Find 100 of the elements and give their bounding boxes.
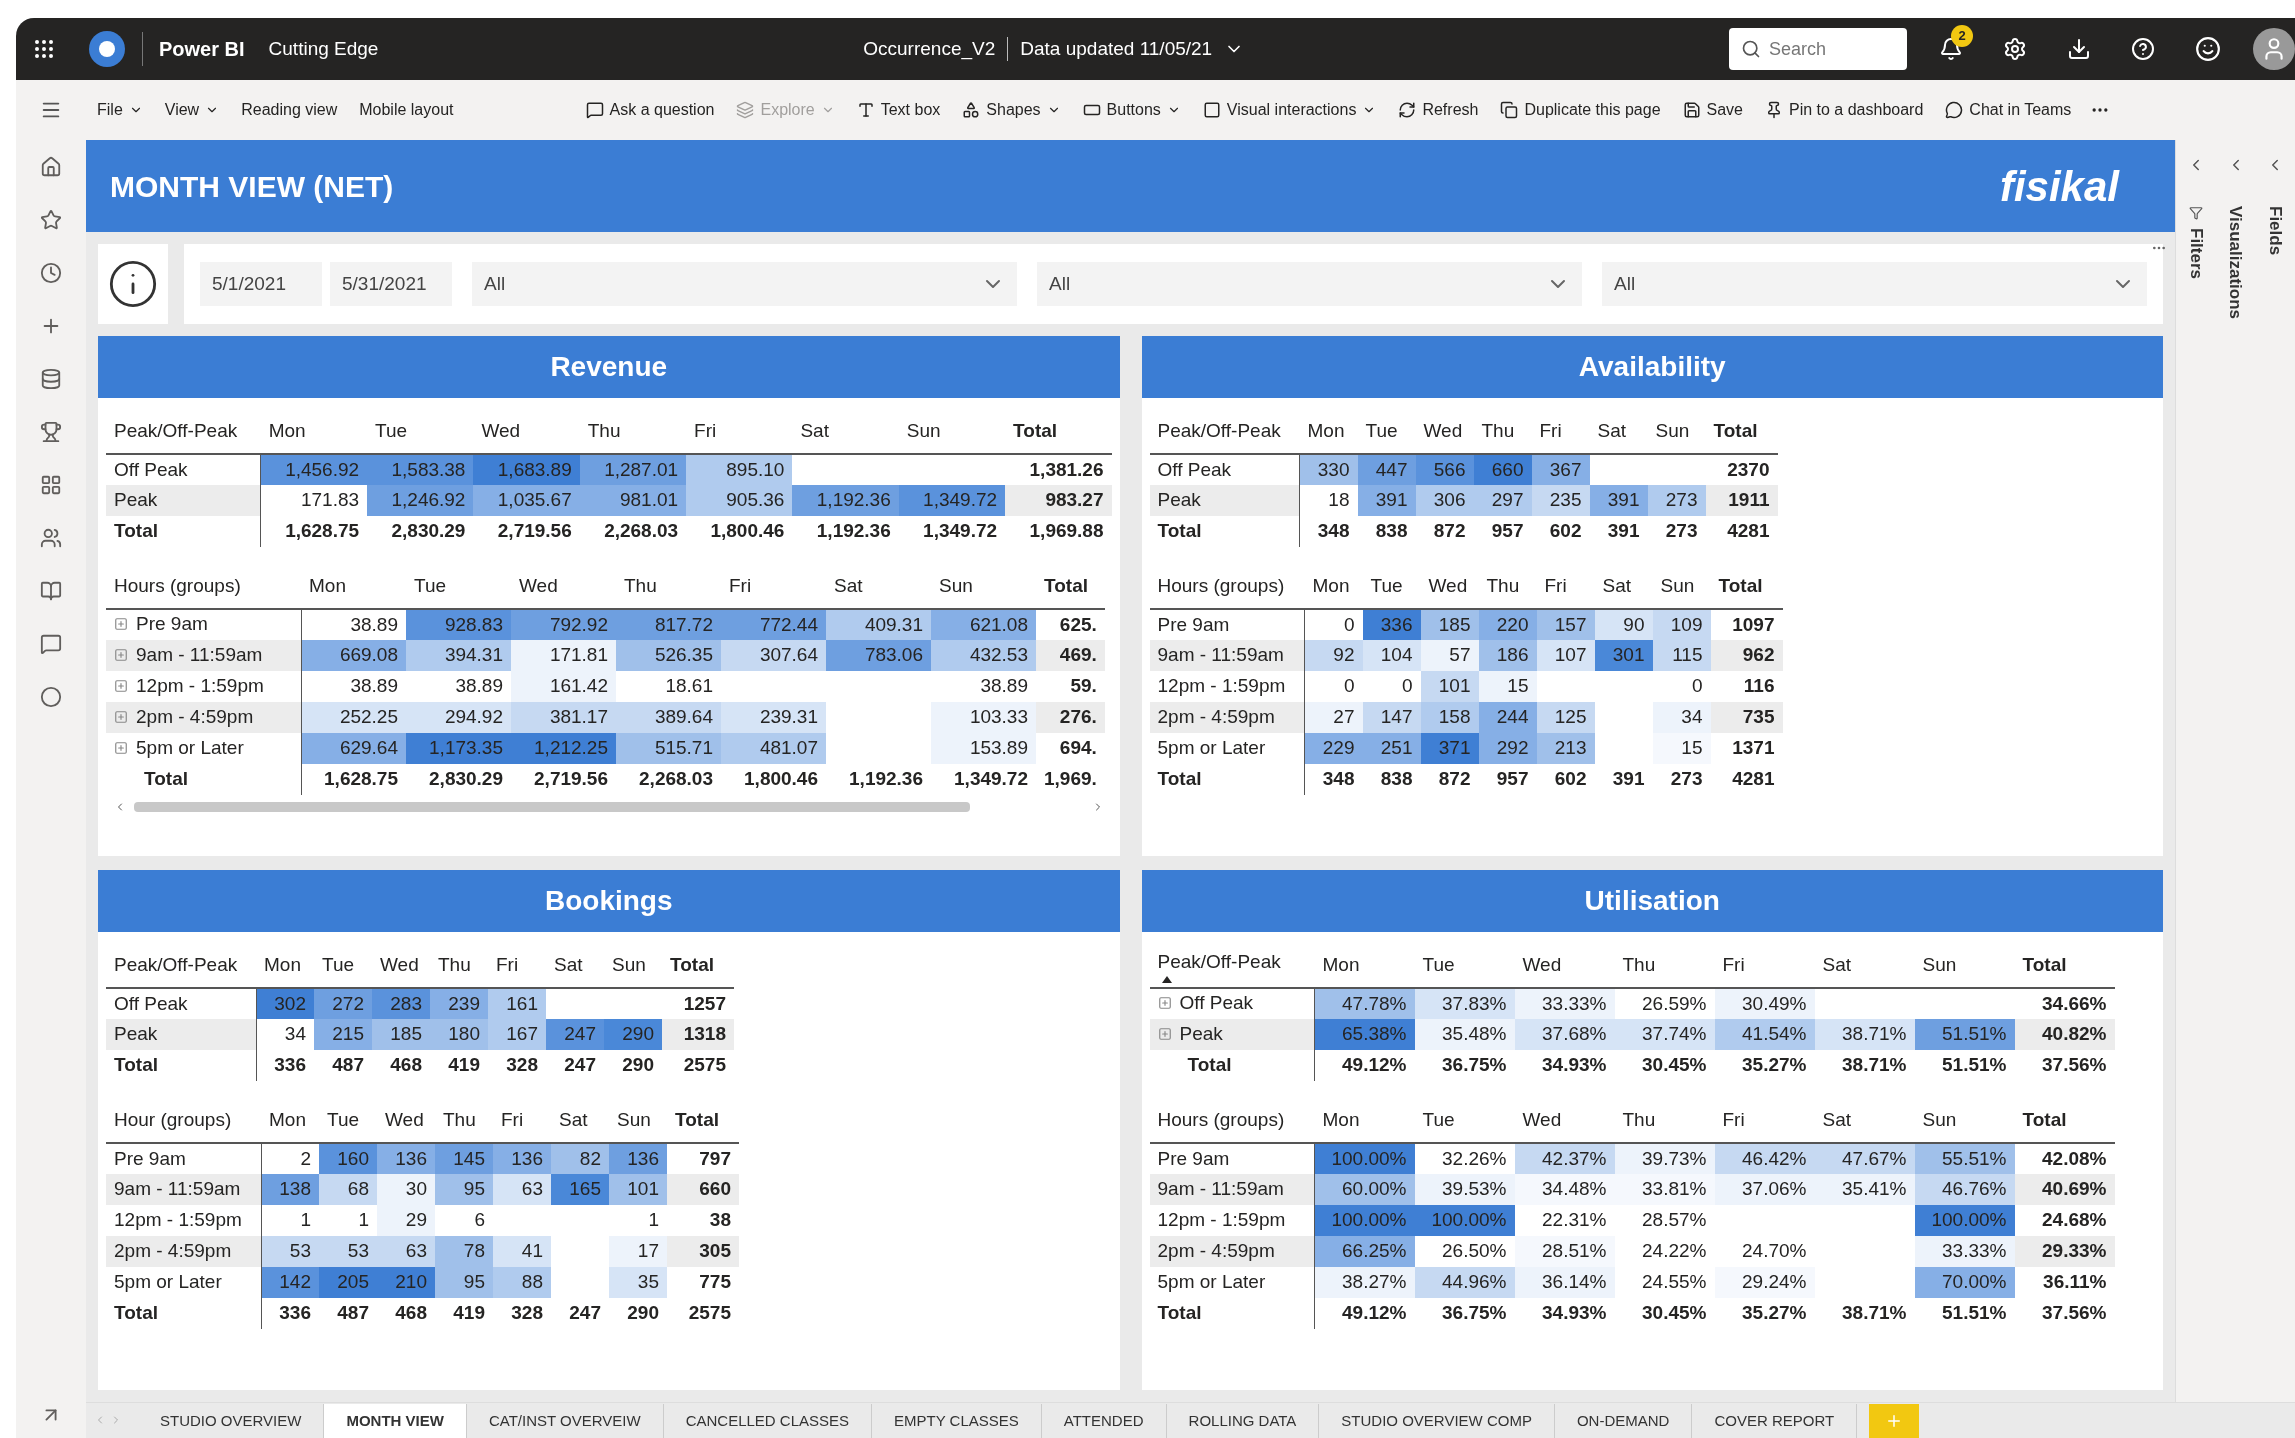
column-header[interactable]: Tue xyxy=(314,944,372,988)
column-header[interactable]: Thu xyxy=(1478,565,1537,609)
column-header[interactable]: Wed xyxy=(1415,410,1474,454)
column-header[interactable]: Fri xyxy=(686,410,793,454)
toolbar-button[interactable]: Ask a question xyxy=(574,92,726,128)
smiley-icon[interactable] xyxy=(2195,36,2221,62)
column-header[interactable]: Thu xyxy=(1614,1099,1715,1143)
column-header[interactable]: Mon xyxy=(1304,565,1363,609)
column-header[interactable]: Sun xyxy=(1647,410,1706,454)
expand-icon[interactable] xyxy=(114,678,128,693)
book-icon[interactable] xyxy=(40,580,62,602)
pane-label[interactable]: Filters xyxy=(2183,228,2209,280)
column-header[interactable]: Peak/Off-Peak xyxy=(1149,944,1315,988)
column-header[interactable]: Wed xyxy=(372,944,430,988)
column-header[interactable]: Mon xyxy=(256,944,314,988)
column-header[interactable]: Peak/Off-Peak xyxy=(106,410,261,454)
toolbar-button[interactable]: Visual interactions xyxy=(1191,92,1388,128)
scrollbar-thumb[interactable] xyxy=(134,802,970,812)
column-header[interactable]: Wed xyxy=(1420,565,1479,609)
star-icon[interactable] xyxy=(40,209,62,231)
column-header[interactable]: Tue xyxy=(367,410,474,454)
column-header[interactable]: Thu xyxy=(579,410,687,454)
column-header[interactable]: Mon xyxy=(1314,944,1415,988)
data-updated-text[interactable]: Data updated 11/05/21 xyxy=(1020,34,1213,64)
toolbar-button[interactable]: Buttons xyxy=(1071,92,1192,128)
column-header[interactable]: Sun xyxy=(898,410,1006,454)
column-header[interactable]: Peak/Off-Peak xyxy=(106,944,256,988)
column-header[interactable]: Total xyxy=(1005,410,1112,454)
dropdown[interactable]: All xyxy=(472,262,1017,306)
toolbar-button[interactable]: Save xyxy=(1671,92,1754,128)
home-icon[interactable] xyxy=(40,156,62,178)
toolbar-button[interactable]: Refresh xyxy=(1387,92,1490,128)
pane-label[interactable]: Fields xyxy=(2262,206,2288,256)
grid-icon[interactable] xyxy=(40,474,62,496)
expand-icon[interactable] xyxy=(1157,996,1172,1011)
column-header[interactable]: Sat xyxy=(546,944,604,988)
toolbar-button[interactable]: Reading view xyxy=(230,92,349,128)
expand-icon[interactable] xyxy=(114,617,128,632)
column-header[interactable]: Total xyxy=(1710,565,1783,609)
info-card[interactable] xyxy=(98,244,168,324)
trophy-icon[interactable] xyxy=(40,421,62,443)
help-icon[interactable] xyxy=(2131,37,2155,61)
expand-icon[interactable] xyxy=(114,740,128,755)
column-header[interactable]: Hours (groups) xyxy=(1149,1099,1315,1143)
info-icon[interactable] xyxy=(107,258,159,310)
column-header[interactable]: Sun xyxy=(1914,944,2015,988)
column-header[interactable]: Mon xyxy=(260,410,368,454)
column-header[interactable]: Total xyxy=(662,944,734,988)
column-header[interactable]: Peak/Off-Peak xyxy=(1149,410,1300,454)
column-header[interactable]: Fri xyxy=(1536,565,1595,609)
user-avatar[interactable] xyxy=(2253,28,2295,70)
column-header[interactable]: Hours (groups) xyxy=(1149,565,1305,609)
column-header[interactable]: Fri xyxy=(1714,1099,1815,1143)
search-field[interactable]: Search xyxy=(1729,28,1907,70)
avatar-icon[interactable] xyxy=(40,686,62,708)
column-header[interactable]: Thu xyxy=(1473,410,1532,454)
column-header[interactable]: Sat xyxy=(1814,944,1915,988)
column-header[interactable]: Wed xyxy=(1514,1099,1615,1143)
column-header[interactable]: Tue xyxy=(406,565,511,609)
download-icon[interactable] xyxy=(2067,37,2091,61)
clock-icon[interactable] xyxy=(40,262,62,284)
column-header[interactable]: Total xyxy=(2014,944,2115,988)
column-header[interactable]: Sun xyxy=(1914,1099,2015,1143)
toolbar-button[interactable]: Text box xyxy=(845,92,952,128)
column-header[interactable]: Wed xyxy=(1514,944,1615,988)
column-header[interactable]: Sun xyxy=(604,944,662,988)
page-tab[interactable]: MONTH VIEW xyxy=(324,1404,467,1438)
column-header[interactable]: Hours (groups) xyxy=(106,565,301,609)
chat-icon[interactable] xyxy=(40,633,62,655)
app-launcher-icon[interactable] xyxy=(32,37,56,61)
row-header[interactable]: 5pm or Later xyxy=(106,733,301,764)
toolbar-button[interactable]: Mobile layout xyxy=(348,92,465,128)
row-header[interactable]: Peak xyxy=(1149,1019,1315,1050)
database-icon[interactable] xyxy=(40,368,62,390)
column-header[interactable]: Tue xyxy=(1362,565,1421,609)
column-header[interactable]: Sat xyxy=(826,565,931,609)
column-header[interactable]: Sun xyxy=(1652,565,1711,609)
date-field[interactable]: 5/31/2021 xyxy=(330,262,452,306)
toolbar-button[interactable]: File xyxy=(86,92,154,128)
row-header[interactable]: 2pm - 4:59pm xyxy=(106,702,301,733)
pane-label[interactable]: Visualizations xyxy=(2222,206,2249,320)
column-header[interactable]: Tue xyxy=(1414,944,1515,988)
column-header[interactable]: Total xyxy=(667,1099,739,1143)
toolbar-button[interactable]: Duplicate this page xyxy=(1489,92,1672,128)
workspace-name[interactable]: Cutting Edge xyxy=(268,34,379,64)
dropdown[interactable]: All xyxy=(1037,262,1582,306)
column-header[interactable]: Hour (groups) xyxy=(106,1099,261,1143)
row-header[interactable]: 9am - 11:59am xyxy=(106,640,301,671)
column-header[interactable]: Fri xyxy=(1531,410,1590,454)
column-header[interactable]: Thu xyxy=(616,565,721,609)
column-header[interactable]: Total xyxy=(1036,565,1105,609)
column-header[interactable]: Sun xyxy=(931,565,1036,609)
column-header[interactable]: Wed xyxy=(511,565,616,609)
column-header[interactable]: Fri xyxy=(721,565,826,609)
column-header[interactable]: Tue xyxy=(319,1099,377,1143)
toolbar-button[interactable]: View xyxy=(153,92,231,128)
toolbar-button[interactable]: Chat in Teams xyxy=(1934,92,2083,128)
column-header[interactable]: Wed xyxy=(377,1099,435,1143)
column-header[interactable]: Thu xyxy=(1614,944,1715,988)
column-header[interactable]: Mon xyxy=(1299,410,1358,454)
